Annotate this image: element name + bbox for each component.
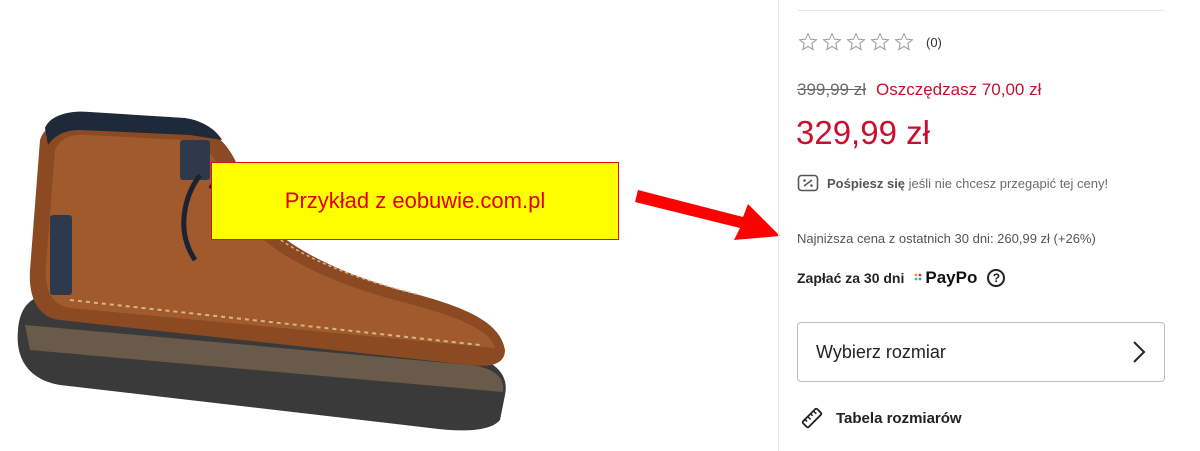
ruler-icon <box>801 407 823 429</box>
old-price: 399,99 zł <box>797 80 866 99</box>
paypo-logo: PayPo <box>914 268 977 288</box>
size-table-link[interactable]: Tabela rozmiarów <box>800 406 962 430</box>
star-empty-icon <box>894 32 914 51</box>
current-price: 329,99 zł <box>796 114 930 151</box>
size-table-label: Tabela rozmiarów <box>836 409 962 427</box>
review-count[interactable]: (0) <box>926 35 942 50</box>
savings-text: Oszczędzasz 70,00 zł <box>876 80 1042 99</box>
discount-tag-icon <box>797 174 819 192</box>
size-select-label: Wybierz rozmiar <box>816 341 946 362</box>
product-details-panel <box>778 0 1200 451</box>
pay-later-label: Zapłać za 30 dni <box>797 270 905 286</box>
paypo-row: Zapłać za 30 dni PayPo ? <box>797 268 1006 288</box>
star-empty-icon <box>822 32 842 51</box>
top-divider <box>798 10 1164 11</box>
old-price-row: 399,99 zł Oszczędzasz 70,00 zł <box>797 80 1041 100</box>
red-arrow-icon <box>635 190 780 240</box>
star-empty-icon <box>846 32 866 51</box>
star-empty-icon <box>798 32 818 51</box>
star-empty-icon <box>870 32 890 51</box>
hurry-message: Pośpiesz się jeśli nie chcesz przegapić … <box>797 174 1108 192</box>
hurry-bold-text: Pośpiesz się <box>827 175 906 191</box>
size-select-button[interactable]: Wybierz rozmiar <box>797 322 1165 382</box>
chevron-right-icon <box>1133 341 1146 363</box>
help-icon[interactable]: ? <box>987 269 1006 287</box>
annotation-callout: Przykład z eobuwie.com.pl <box>211 162 619 240</box>
paypo-dots-icon <box>914 273 922 281</box>
lowest-price-info: Najniższa cena z ostatnich 30 dni: 260,9… <box>797 231 1096 246</box>
rating[interactable]: (0) <box>798 32 942 52</box>
hurry-rest-text: jeśli nie chcesz przegapić tej ceny! <box>908 175 1109 191</box>
paypo-text: PayPo <box>925 268 978 287</box>
